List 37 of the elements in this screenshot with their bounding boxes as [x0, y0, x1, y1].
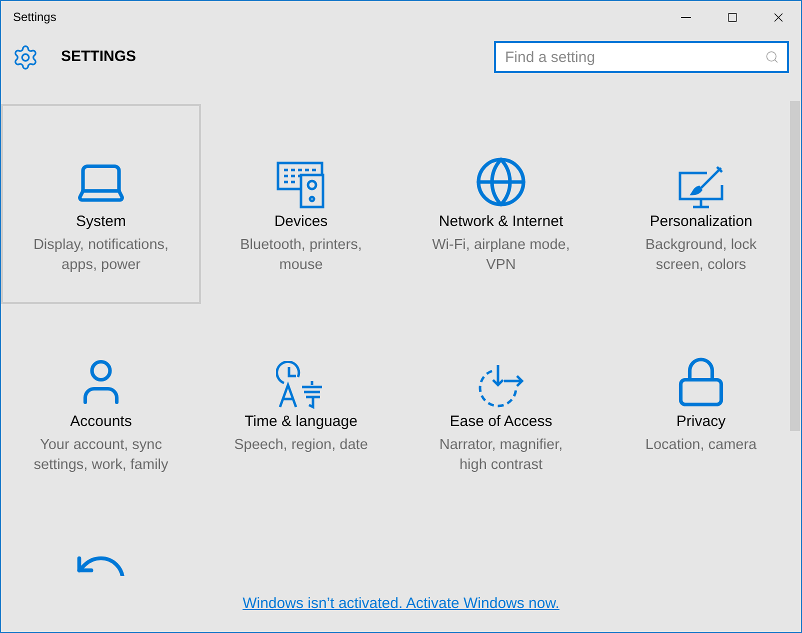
scrollbar-thumb[interactable] [790, 101, 800, 431]
tile-description: Display, notifications, apps, power [32, 236, 170, 274]
settings-tile[interactable]: Ease of Access Narrator, magnifier, high contrast [401, 304, 601, 504]
settings-icon [12, 44, 39, 70]
tile-description: Narrator, magnifier, high contrast [438, 436, 564, 474]
tile-description: Your account, sync settings, work, family [32, 436, 170, 474]
settings-tile[interactable]: Time & language Speech, region, date [201, 304, 401, 504]
tile-title: Privacy [676, 412, 726, 432]
tile-title: Network & Internet [438, 212, 564, 232]
monitor-brush-icon [677, 165, 725, 209]
settings-tile[interactable]: Accounts Your account, sync settings, work, family [1, 304, 201, 504]
minimize-icon [681, 16, 691, 18]
tile-description: Wi-Fi, airplane mode, VPN [431, 236, 571, 274]
globe-icon [474, 155, 528, 209]
settings-tile[interactable]: Devices Bluetooth, printers, mouse [201, 104, 401, 304]
keyboard-speaker-icon [276, 161, 326, 209]
tile-title: Devices [274, 212, 328, 232]
settings-tile[interactable]: Personalization Background, lock screen, colors [601, 104, 789, 304]
settings-tile[interactable]: Privacy Location, camera [601, 304, 789, 504]
tile-title: Ease of Access [450, 412, 552, 432]
maximize-icon [726, 12, 738, 22]
tile-description: Background, lock screen, colors [644, 236, 758, 274]
tile-description: Location, camera [644, 436, 758, 454]
search-icon [765, 50, 779, 64]
activation-link[interactable]: Windows isn’t activated. Activate Windows now. [242, 592, 560, 616]
search-field[interactable]: Find a setting [494, 41, 789, 73]
tile-title: Personalization [650, 212, 752, 232]
tile-description: Bluetooth, printers, mouse [239, 236, 363, 274]
tile-title: Accounts [70, 412, 132, 432]
tile-title: System [76, 212, 126, 232]
tile-title: Time & language [244, 412, 358, 432]
settings-tile[interactable]: System Display, notifications, apps, power [1, 104, 201, 304]
window-title: Settings [13, 9, 56, 26]
page-title: SETTINGS [61, 46, 136, 67]
dashed-circle-arrow-icon [476, 363, 526, 409]
settings-tile[interactable]: Network & Internet Wi-Fi, airplane mode, VPN [401, 104, 601, 304]
tile-description: Speech, region, date [233, 436, 369, 454]
